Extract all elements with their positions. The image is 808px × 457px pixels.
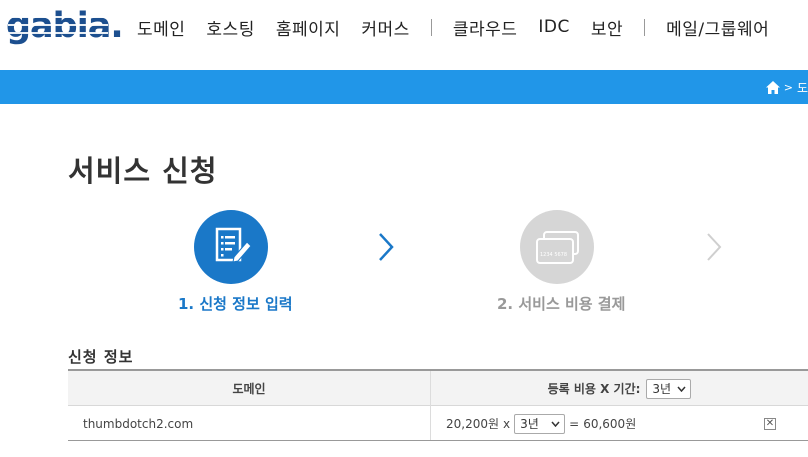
close-icon: ✕ bbox=[765, 418, 775, 429]
table-header: 도메인 등록 비용 X 기간: 3년 bbox=[68, 371, 808, 406]
price-cell: 20,200원 x 3년 = 60,600원 bbox=[446, 406, 636, 441]
unit-price: 20,200원 bbox=[446, 417, 500, 431]
chevron-down-icon bbox=[677, 386, 686, 392]
times-sign: x bbox=[503, 416, 511, 431]
step-2-label: 2. 서비스 비용 결제 bbox=[497, 295, 626, 313]
equals-sign: = bbox=[569, 416, 580, 431]
nav-divider bbox=[430, 18, 432, 36]
nav-idc[interactable]: IDC bbox=[538, 17, 569, 37]
period-select-all-value: 3년 bbox=[652, 382, 672, 396]
nav-domain[interactable]: 도메인 bbox=[137, 15, 185, 40]
col-domain-label: 도메인 bbox=[232, 382, 266, 396]
application-table: 도메인 등록 비용 X 기간: 3년 thumbdotch2.com 20,20… bbox=[68, 369, 808, 441]
step-1-circle bbox=[194, 210, 268, 284]
period-select-all[interactable]: 3년 bbox=[646, 378, 692, 399]
form-edit-icon bbox=[215, 227, 252, 263]
nav-divider bbox=[644, 18, 646, 36]
breadcrumb-arrow-icon: > bbox=[783, 80, 793, 94]
delete-row-button[interactable]: ✕ bbox=[764, 418, 776, 430]
nav-mail-groupware[interactable]: 메일/그룹웨어 bbox=[666, 15, 769, 40]
chevron-right-icon bbox=[707, 233, 722, 261]
breadcrumb: > 도 bbox=[765, 70, 808, 104]
table-row: thumbdotch2.com 20,200원 x 3년 = 60,600원 ✕ bbox=[68, 406, 808, 441]
home-icon[interactable] bbox=[765, 80, 780, 94]
nav-commerce[interactable]: 커머스 bbox=[361, 15, 409, 40]
col-price-label: 등록 비용 X 기간: bbox=[547, 382, 641, 396]
nav-cloud[interactable]: 클라우드 bbox=[453, 15, 518, 40]
period-select[interactable]: 3년 bbox=[514, 413, 566, 434]
nav-homepage[interactable]: 홈페이지 bbox=[276, 15, 341, 40]
sub-bar: > 도 bbox=[0, 70, 808, 104]
step-1-label: 1. 신청 정보 입력 bbox=[178, 295, 293, 313]
total-price: 60,600원 bbox=[583, 417, 637, 431]
period-select-value: 3년 bbox=[520, 417, 539, 431]
col-price-header: 등록 비용 X 기간: 3년 bbox=[431, 371, 808, 406]
breadcrumb-current[interactable]: 도 bbox=[797, 79, 808, 96]
gabia-logo[interactable]: gabia. bbox=[6, 4, 122, 48]
step-2-circle: 1234 5678 bbox=[520, 210, 594, 284]
page-title: 서비스 신청 bbox=[68, 154, 218, 188]
col-domain-header: 도메인 bbox=[68, 371, 430, 406]
domain-name: thumbdotch2.com bbox=[83, 416, 194, 431]
chevron-down-icon bbox=[551, 421, 560, 427]
site-header: gabia. 도메인 호스팅 홈페이지 커머스 클라우드 IDC 보안 메일/그… bbox=[0, 0, 808, 70]
main-nav: 도메인 호스팅 홈페이지 커머스 클라우드 IDC 보안 메일/그룹웨어 bbox=[137, 14, 769, 40]
svg-text:1234 5678: 1234 5678 bbox=[540, 252, 567, 258]
section-title: 신청 정보 bbox=[68, 348, 134, 366]
domain-cell: thumbdotch2.com bbox=[83, 406, 193, 441]
nav-hosting[interactable]: 호스팅 bbox=[206, 15, 254, 40]
chevron-right-icon bbox=[379, 233, 394, 261]
credit-card-icon: 1234 5678 bbox=[536, 231, 579, 264]
nav-security[interactable]: 보안 bbox=[591, 15, 623, 40]
